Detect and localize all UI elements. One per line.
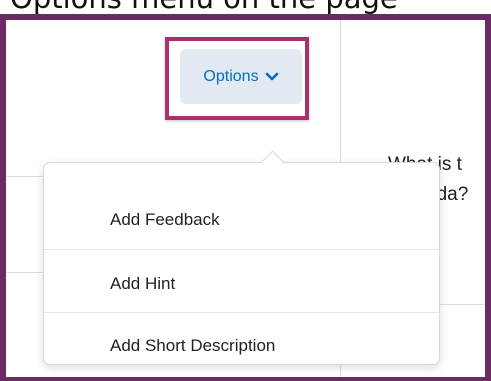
- editor-frame: What is t nda? Options Add Feedback Add …: [0, 14, 491, 381]
- screenshot-stage: Options menu on the page What is t nda? …: [0, 0, 491, 381]
- options-button-label: Options: [203, 67, 259, 85]
- menu-pointer-arrow: [260, 150, 285, 175]
- menu-item-label: Add Hint: [110, 273, 176, 293]
- options-dropdown-menu: Add Feedback Add Hint Add Short Descript…: [43, 150, 440, 365]
- chevron-down-icon: [265, 72, 278, 80]
- row-divider: [6, 272, 46, 273]
- menu-separator: [44, 249, 439, 250]
- top-caption: Options menu on the page: [10, 0, 398, 15]
- options-button[interactable]: Options: [180, 49, 302, 104]
- menu-item-add-hint[interactable]: Add Hint: [44, 252, 439, 315]
- menu-item-add-feedback[interactable]: Add Feedback: [44, 188, 439, 251]
- menu-item-add-short-description[interactable]: Add Short Description: [44, 314, 439, 377]
- menu-item-label: Add Feedback: [110, 209, 220, 229]
- menu-separator: [44, 312, 439, 313]
- menu-item-label: Add Short Description: [110, 335, 276, 355]
- row-divider: [6, 176, 46, 177]
